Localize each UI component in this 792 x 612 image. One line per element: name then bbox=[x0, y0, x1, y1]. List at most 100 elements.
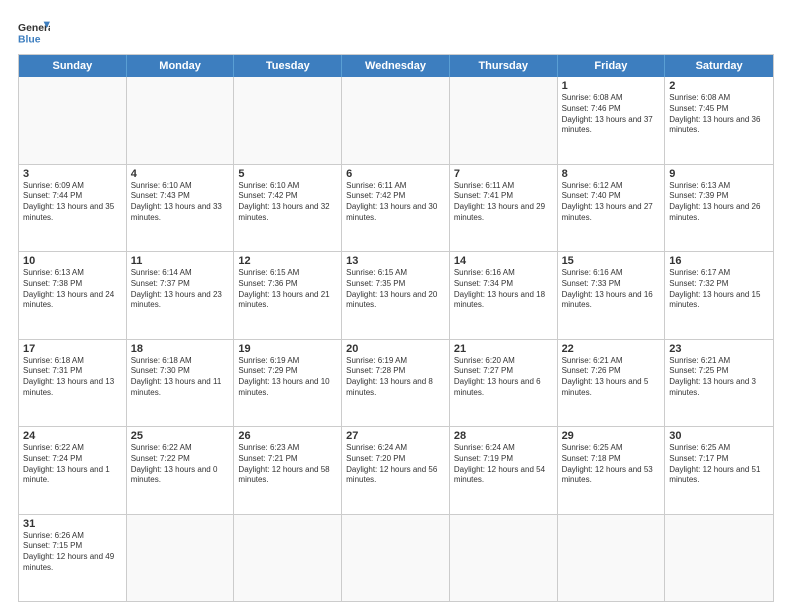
calendar-cell bbox=[665, 515, 773, 602]
cell-sun-info: Sunrise: 6:21 AM Sunset: 7:26 PM Dayligh… bbox=[562, 356, 661, 399]
calendar-cell: 1Sunrise: 6:08 AM Sunset: 7:46 PM Daylig… bbox=[558, 77, 666, 164]
day-number: 4 bbox=[131, 168, 230, 180]
calendar-cell: 2Sunrise: 6:08 AM Sunset: 7:45 PM Daylig… bbox=[665, 77, 773, 164]
page: General Blue SundayMondayTuesdayWednesda… bbox=[0, 0, 792, 612]
calendar-cell: 8Sunrise: 6:12 AM Sunset: 7:40 PM Daylig… bbox=[558, 165, 666, 252]
cell-sun-info: Sunrise: 6:10 AM Sunset: 7:43 PM Dayligh… bbox=[131, 181, 230, 224]
cell-sun-info: Sunrise: 6:24 AM Sunset: 7:20 PM Dayligh… bbox=[346, 443, 445, 486]
generalblue-logo-icon: General Blue bbox=[18, 18, 50, 46]
day-number: 1 bbox=[562, 80, 661, 92]
calendar-cell: 17Sunrise: 6:18 AM Sunset: 7:31 PM Dayli… bbox=[19, 340, 127, 427]
day-number: 21 bbox=[454, 343, 553, 355]
cell-sun-info: Sunrise: 6:14 AM Sunset: 7:37 PM Dayligh… bbox=[131, 268, 230, 311]
calendar-cell: 30Sunrise: 6:25 AM Sunset: 7:17 PM Dayli… bbox=[665, 427, 773, 514]
cell-sun-info: Sunrise: 6:15 AM Sunset: 7:36 PM Dayligh… bbox=[238, 268, 337, 311]
day-number: 30 bbox=[669, 430, 769, 442]
cell-sun-info: Sunrise: 6:25 AM Sunset: 7:17 PM Dayligh… bbox=[669, 443, 769, 486]
weekday-header: Tuesday bbox=[234, 55, 342, 77]
cell-sun-info: Sunrise: 6:23 AM Sunset: 7:21 PM Dayligh… bbox=[238, 443, 337, 486]
calendar-cell bbox=[342, 77, 450, 164]
day-number: 14 bbox=[454, 255, 553, 267]
cell-sun-info: Sunrise: 6:26 AM Sunset: 7:15 PM Dayligh… bbox=[23, 531, 122, 574]
calendar-cell: 27Sunrise: 6:24 AM Sunset: 7:20 PM Dayli… bbox=[342, 427, 450, 514]
calendar-cell: 22Sunrise: 6:21 AM Sunset: 7:26 PM Dayli… bbox=[558, 340, 666, 427]
weekday-header: Thursday bbox=[450, 55, 558, 77]
calendar-cell: 3Sunrise: 6:09 AM Sunset: 7:44 PM Daylig… bbox=[19, 165, 127, 252]
calendar-cell: 10Sunrise: 6:13 AM Sunset: 7:38 PM Dayli… bbox=[19, 252, 127, 339]
cell-sun-info: Sunrise: 6:11 AM Sunset: 7:41 PM Dayligh… bbox=[454, 181, 553, 224]
cell-sun-info: Sunrise: 6:20 AM Sunset: 7:27 PM Dayligh… bbox=[454, 356, 553, 399]
calendar-cell bbox=[558, 515, 666, 602]
calendar-cell: 12Sunrise: 6:15 AM Sunset: 7:36 PM Dayli… bbox=[234, 252, 342, 339]
cell-sun-info: Sunrise: 6:08 AM Sunset: 7:46 PM Dayligh… bbox=[562, 93, 661, 136]
calendar-cell: 13Sunrise: 6:15 AM Sunset: 7:35 PM Dayli… bbox=[342, 252, 450, 339]
day-number: 18 bbox=[131, 343, 230, 355]
day-number: 10 bbox=[23, 255, 122, 267]
day-number: 2 bbox=[669, 80, 769, 92]
weekday-header: Wednesday bbox=[342, 55, 450, 77]
calendar-cell: 28Sunrise: 6:24 AM Sunset: 7:19 PM Dayli… bbox=[450, 427, 558, 514]
calendar-cell bbox=[19, 77, 127, 164]
cell-sun-info: Sunrise: 6:10 AM Sunset: 7:42 PM Dayligh… bbox=[238, 181, 337, 224]
calendar-cell bbox=[234, 77, 342, 164]
day-number: 12 bbox=[238, 255, 337, 267]
svg-text:Blue: Blue bbox=[18, 34, 41, 45]
cell-sun-info: Sunrise: 6:18 AM Sunset: 7:30 PM Dayligh… bbox=[131, 356, 230, 399]
header: General Blue bbox=[18, 18, 774, 46]
calendar-cell: 15Sunrise: 6:16 AM Sunset: 7:33 PM Dayli… bbox=[558, 252, 666, 339]
calendar-cell: 31Sunrise: 6:26 AM Sunset: 7:15 PM Dayli… bbox=[19, 515, 127, 602]
cell-sun-info: Sunrise: 6:13 AM Sunset: 7:38 PM Dayligh… bbox=[23, 268, 122, 311]
calendar-cell: 25Sunrise: 6:22 AM Sunset: 7:22 PM Dayli… bbox=[127, 427, 235, 514]
cell-sun-info: Sunrise: 6:09 AM Sunset: 7:44 PM Dayligh… bbox=[23, 181, 122, 224]
weekday-header: Sunday bbox=[19, 55, 127, 77]
cell-sun-info: Sunrise: 6:21 AM Sunset: 7:25 PM Dayligh… bbox=[669, 356, 769, 399]
weekday-header: Saturday bbox=[665, 55, 773, 77]
cell-sun-info: Sunrise: 6:22 AM Sunset: 7:22 PM Dayligh… bbox=[131, 443, 230, 486]
calendar-cell: 5Sunrise: 6:10 AM Sunset: 7:42 PM Daylig… bbox=[234, 165, 342, 252]
cell-sun-info: Sunrise: 6:16 AM Sunset: 7:33 PM Dayligh… bbox=[562, 268, 661, 311]
calendar-body: 1Sunrise: 6:08 AM Sunset: 7:46 PM Daylig… bbox=[19, 77, 773, 601]
calendar-cell: 29Sunrise: 6:25 AM Sunset: 7:18 PM Dayli… bbox=[558, 427, 666, 514]
calendar-cell: 18Sunrise: 6:18 AM Sunset: 7:30 PM Dayli… bbox=[127, 340, 235, 427]
calendar-cell: 11Sunrise: 6:14 AM Sunset: 7:37 PM Dayli… bbox=[127, 252, 235, 339]
cell-sun-info: Sunrise: 6:13 AM Sunset: 7:39 PM Dayligh… bbox=[669, 181, 769, 224]
calendar-cell: 7Sunrise: 6:11 AM Sunset: 7:41 PM Daylig… bbox=[450, 165, 558, 252]
calendar-row: 31Sunrise: 6:26 AM Sunset: 7:15 PM Dayli… bbox=[19, 515, 773, 602]
day-number: 27 bbox=[346, 430, 445, 442]
calendar-cell: 24Sunrise: 6:22 AM Sunset: 7:24 PM Dayli… bbox=[19, 427, 127, 514]
calendar-cell: 4Sunrise: 6:10 AM Sunset: 7:43 PM Daylig… bbox=[127, 165, 235, 252]
day-number: 15 bbox=[562, 255, 661, 267]
calendar-cell: 20Sunrise: 6:19 AM Sunset: 7:28 PM Dayli… bbox=[342, 340, 450, 427]
calendar-cell bbox=[450, 77, 558, 164]
calendar-row: 24Sunrise: 6:22 AM Sunset: 7:24 PM Dayli… bbox=[19, 427, 773, 515]
cell-sun-info: Sunrise: 6:18 AM Sunset: 7:31 PM Dayligh… bbox=[23, 356, 122, 399]
cell-sun-info: Sunrise: 6:08 AM Sunset: 7:45 PM Dayligh… bbox=[669, 93, 769, 136]
calendar-row: 10Sunrise: 6:13 AM Sunset: 7:38 PM Dayli… bbox=[19, 252, 773, 340]
day-number: 5 bbox=[238, 168, 337, 180]
calendar-cell: 21Sunrise: 6:20 AM Sunset: 7:27 PM Dayli… bbox=[450, 340, 558, 427]
calendar-cell bbox=[127, 515, 235, 602]
calendar-cell bbox=[234, 515, 342, 602]
day-number: 19 bbox=[238, 343, 337, 355]
cell-sun-info: Sunrise: 6:11 AM Sunset: 7:42 PM Dayligh… bbox=[346, 181, 445, 224]
calendar-cell bbox=[127, 77, 235, 164]
day-number: 8 bbox=[562, 168, 661, 180]
cell-sun-info: Sunrise: 6:12 AM Sunset: 7:40 PM Dayligh… bbox=[562, 181, 661, 224]
cell-sun-info: Sunrise: 6:24 AM Sunset: 7:19 PM Dayligh… bbox=[454, 443, 553, 486]
calendar-cell: 9Sunrise: 6:13 AM Sunset: 7:39 PM Daylig… bbox=[665, 165, 773, 252]
calendar-cell: 16Sunrise: 6:17 AM Sunset: 7:32 PM Dayli… bbox=[665, 252, 773, 339]
day-number: 16 bbox=[669, 255, 769, 267]
day-number: 22 bbox=[562, 343, 661, 355]
calendar-cell: 6Sunrise: 6:11 AM Sunset: 7:42 PM Daylig… bbox=[342, 165, 450, 252]
calendar-cell: 14Sunrise: 6:16 AM Sunset: 7:34 PM Dayli… bbox=[450, 252, 558, 339]
cell-sun-info: Sunrise: 6:25 AM Sunset: 7:18 PM Dayligh… bbox=[562, 443, 661, 486]
day-number: 13 bbox=[346, 255, 445, 267]
calendar: SundayMondayTuesdayWednesdayThursdayFrid… bbox=[18, 54, 774, 602]
cell-sun-info: Sunrise: 6:19 AM Sunset: 7:29 PM Dayligh… bbox=[238, 356, 337, 399]
day-number: 25 bbox=[131, 430, 230, 442]
day-number: 11 bbox=[131, 255, 230, 267]
calendar-cell: 26Sunrise: 6:23 AM Sunset: 7:21 PM Dayli… bbox=[234, 427, 342, 514]
day-number: 29 bbox=[562, 430, 661, 442]
logo: General Blue bbox=[18, 18, 50, 46]
cell-sun-info: Sunrise: 6:16 AM Sunset: 7:34 PM Dayligh… bbox=[454, 268, 553, 311]
